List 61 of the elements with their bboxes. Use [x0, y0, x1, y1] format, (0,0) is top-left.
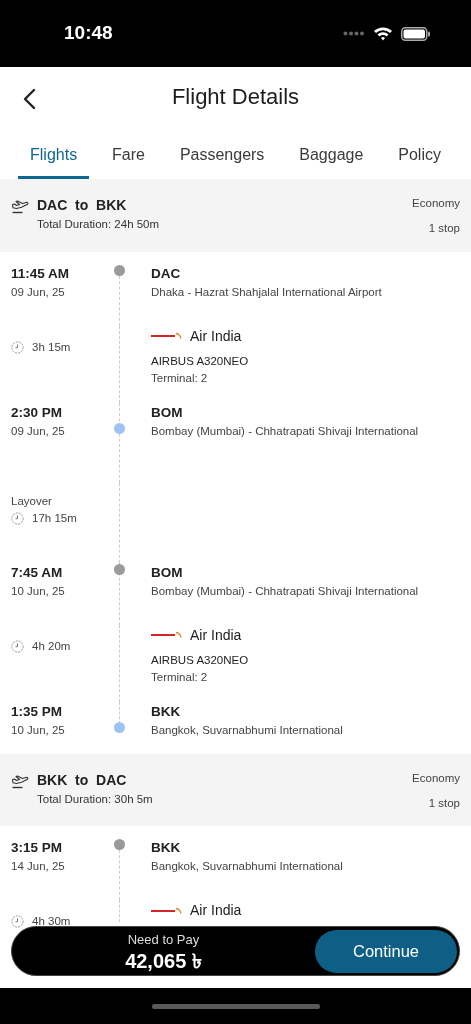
airline-logo-icon [151, 906, 182, 915]
signal-icon [343, 31, 365, 36]
airport-code: BOM [151, 403, 184, 422]
route-title: DAC to BKK [37, 196, 128, 215]
date-text: 09 Jun, 25 [11, 423, 66, 439]
total-duration: Total Duration: 24h 50m [37, 217, 160, 232]
cabin-class: Economy [412, 196, 460, 211]
airline-logo-icon [151, 631, 182, 639]
aircraft-type: AIRBUS A320NEO [151, 353, 250, 369]
plane-icon [11, 772, 29, 789]
battery-icon [401, 26, 431, 41]
time-text: 3:15 PM [11, 839, 64, 857]
continue-button[interactable]: Continue [315, 929, 457, 973]
tab[interactable]: Passengers [167, 127, 277, 179]
airport-name: Dhaka - Hazrat Shahjalal International Airport [151, 284, 383, 300]
flight-duration: 3h 15m [32, 339, 71, 355]
clock-icon [11, 340, 24, 354]
aircraft-type: AIRBUS A320NEO [151, 652, 250, 668]
airport-code: DAC [151, 264, 182, 283]
airport-code: BKK [151, 702, 182, 721]
terminal-text: Terminal: 2 [151, 669, 209, 685]
date-text: 14 Jun, 25 [11, 859, 66, 875]
layover-duration: 17h 15m [32, 510, 77, 526]
clock-icon [11, 639, 24, 653]
total-duration: Total Duration: 30h 5m [37, 791, 153, 807]
airport-code: BKK [151, 839, 182, 857]
date-text: 09 Jun, 25 [11, 284, 66, 300]
time-text: 2:30 PM [11, 403, 64, 422]
route-title: BKK to DAC [37, 770, 128, 790]
clock-icon [11, 511, 24, 525]
flight-duration: 4h 20m [32, 638, 71, 654]
total-amount: 42,065 ৳ [125, 949, 202, 972]
time-text: 7:45 AM [11, 563, 64, 582]
plane-icon [11, 198, 29, 214]
airline-logo-icon [151, 332, 182, 340]
tab[interactable]: Baggage [287, 127, 376, 179]
airport-name: Bombay (Mumbai) - Chhatrapati Shivaji International [151, 423, 420, 439]
clock-icon [11, 915, 24, 929]
cabin-class: Economy [412, 770, 460, 786]
airport-name: Bombay (Mumbai) - Chhatrapati Shivaji International [151, 583, 420, 599]
terminal-text: Terminal: 2 [151, 370, 209, 386]
airport-code: BOM [151, 563, 184, 582]
airline-name: Air India [190, 625, 242, 645]
wifi-icon [373, 26, 393, 41]
airport-name: Bangkok, Suvarnabhumi International [151, 859, 344, 875]
status-time: 10:48 [64, 21, 113, 46]
date-text: 10 Jun, 25 [11, 722, 66, 738]
airline-name: Air India [190, 326, 242, 346]
airline-name: Air India [190, 901, 242, 920]
need-to-pay-label: Need to Pay [127, 931, 200, 950]
layover-label: Layover [11, 493, 53, 509]
time-text: 11:45 AM [11, 264, 71, 283]
tab[interactable]: Policy [386, 127, 453, 179]
flight-duration: 4h 30m [32, 914, 71, 929]
tab[interactable]: Fare [100, 127, 157, 179]
stop-count: 1 stop [428, 795, 460, 811]
stop-count: 1 stop [428, 221, 460, 237]
time-text: 1:35 PM [11, 702, 64, 721]
page-title: Flight Details [171, 83, 300, 111]
airport-name: Bangkok, Suvarnabhumi International [151, 722, 344, 738]
date-text: 10 Jun, 25 [11, 583, 66, 599]
